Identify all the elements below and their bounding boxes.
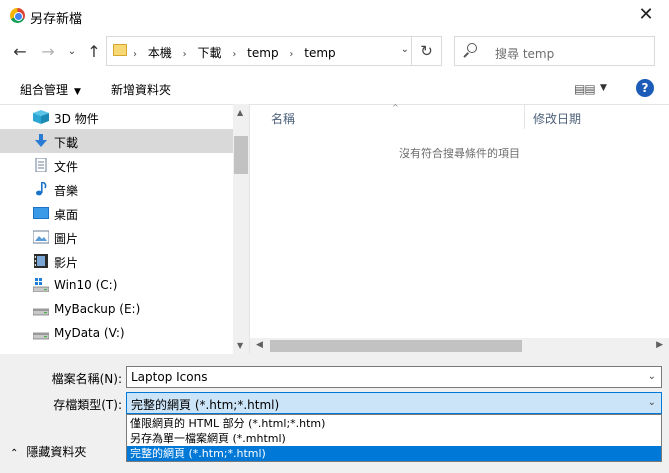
save-type-value: 完整的網頁 (*.htm;*.html) (131, 398, 280, 412)
breadcrumb: › 本機 › 下載 › temp › temp (133, 46, 336, 60)
organize-button[interactable]: 組合管理 ▼ (20, 81, 81, 98)
refresh-icon[interactable]: ↻ (412, 36, 442, 66)
search-box[interactable]: 搜尋 temp (454, 36, 655, 66)
sidebar-item-pictures[interactable]: 圖片 (0, 225, 233, 249)
breadcrumb-item[interactable]: 下載 (198, 46, 222, 60)
cube-3d-icon (33, 110, 49, 124)
empty-folder-message: 沒有符合搜尋條件的項目 (399, 147, 520, 160)
sidebar-item-drive-e[interactable]: MyBackup (E:) (0, 297, 233, 321)
sidebar-item-desktop[interactable]: 桌面 (0, 201, 233, 225)
search-placeholder: 搜尋 temp (495, 47, 555, 61)
sidebar-item-downloads[interactable]: 下載 (0, 129, 233, 153)
recent-locations-chevron-icon[interactable]: ⌄ (62, 42, 82, 62)
save-type-option[interactable]: 另存為單一檔案網頁 (*.mhtml) (127, 431, 661, 446)
save-type-option-selected[interactable]: 完整的網頁 (*.htm;*.html) (127, 446, 661, 461)
videos-icon (34, 254, 48, 268)
desktop-icon (33, 207, 49, 219)
new-folder-button[interactable]: 新增資料夾 (111, 81, 171, 98)
column-header-row: ^ 名稱 修改日期 (250, 103, 669, 129)
save-type-option[interactable]: 僅限網頁的 HTML 部分 (*.html;*.htm) (127, 416, 661, 431)
sidebar-item-videos[interactable]: 影片 (0, 249, 233, 273)
sidebar-item-music[interactable]: 音樂 (0, 177, 233, 201)
scroll-left-icon[interactable]: ◀ (256, 340, 263, 350)
scroll-up-icon[interactable]: ▲ (237, 108, 243, 117)
breadcrumb-item[interactable]: 本機 (148, 46, 172, 60)
chrome-app-icon (10, 8, 25, 23)
chevron-up-icon: ⌃ (10, 448, 19, 459)
file-list-horizontal-scrollbar[interactable]: ◀ ▶ (250, 338, 669, 354)
navigation-bar: ← → ⌄ ↑ › 本機 › 下載 › temp › temp ⌄ ↻ 搜尋 t… (0, 32, 669, 72)
close-icon[interactable]: ✕ (623, 0, 669, 32)
scrollbar-thumb[interactable] (234, 136, 248, 174)
scrollbar-thumb[interactable] (270, 340, 522, 352)
chevron-down-icon: ▼ (74, 87, 81, 97)
drive-icon (33, 308, 49, 316)
hide-folders-button[interactable]: ⌃ 隱藏資料夾 (10, 443, 86, 460)
breadcrumb-item[interactable]: temp (304, 46, 335, 60)
navigation-pane: 3D 物件 下載 文件 音樂 桌面 圖片 影片 Win10 (C:) MyBac… (0, 104, 249, 354)
sort-ascending-icon: ^ (392, 103, 399, 112)
scroll-down-icon[interactable]: ▼ (237, 341, 243, 350)
document-icon (35, 158, 47, 172)
column-separator[interactable] (524, 105, 525, 129)
chevron-down-icon[interactable]: ⌄ (648, 371, 656, 382)
music-icon (36, 182, 47, 196)
filename-value: Laptop Icons (131, 370, 208, 384)
view-options-icon[interactable]: ▤▤ (574, 82, 596, 96)
command-toolbar: 組合管理 ▼ 新增資料夾 ▤▤ ▼ ? (0, 72, 669, 104)
filename-field[interactable]: Laptop Icons ⌄ (126, 366, 662, 388)
up-arrow-icon[interactable]: ↑ (84, 42, 104, 62)
address-dropdown-icon[interactable]: ⌄ (401, 44, 409, 55)
sidebar-item-documents[interactable]: 文件 (0, 153, 233, 177)
column-header-name[interactable]: 名稱 (271, 110, 295, 127)
folder-icon (113, 44, 127, 56)
help-icon[interactable]: ? (636, 79, 654, 97)
scroll-right-icon[interactable]: ▶ (656, 340, 663, 350)
forward-arrow-icon[interactable]: → (38, 42, 58, 62)
pictures-icon (33, 230, 49, 244)
back-arrow-icon[interactable]: ← (10, 42, 30, 62)
title-bar: 另存新檔 ✕ (0, 0, 669, 32)
chevron-down-icon[interactable]: ▼ (600, 83, 607, 93)
window-title: 另存新檔 (30, 12, 83, 27)
chevron-down-icon[interactable]: ⌄ (648, 397, 656, 408)
sidebar-item-drive-c[interactable]: Win10 (C:) (0, 273, 233, 297)
navigation-pane-scrollbar[interactable]: ▲ ▼ (233, 104, 249, 354)
save-type-dropdown-list: 僅限網頁的 HTML 部分 (*.html;*.htm) 另存為單一檔案網頁 (… (126, 414, 662, 462)
save-type-label: 存檔類型(T): (53, 398, 122, 412)
drive-icon (33, 332, 49, 340)
address-bar[interactable]: › 本機 › 下載 › temp › temp ⌄ (106, 36, 412, 66)
filename-label: 檔案名稱(N): (51, 372, 122, 386)
file-list-pane: ^ 名稱 修改日期 沒有符合搜尋條件的項目 (250, 103, 669, 354)
save-type-select[interactable]: 完整的網頁 (*.htm;*.html) ⌄ (126, 392, 662, 414)
drive-os-icon (33, 278, 49, 292)
column-header-date-modified[interactable]: 修改日期 (533, 110, 581, 127)
download-icon (35, 134, 47, 147)
sidebar-item-3d-objects[interactable]: 3D 物件 (0, 105, 233, 129)
sidebar-item-drive-v[interactable]: MyData (V:) (0, 321, 233, 345)
search-icon (467, 43, 477, 53)
breadcrumb-item[interactable]: temp (247, 46, 278, 60)
